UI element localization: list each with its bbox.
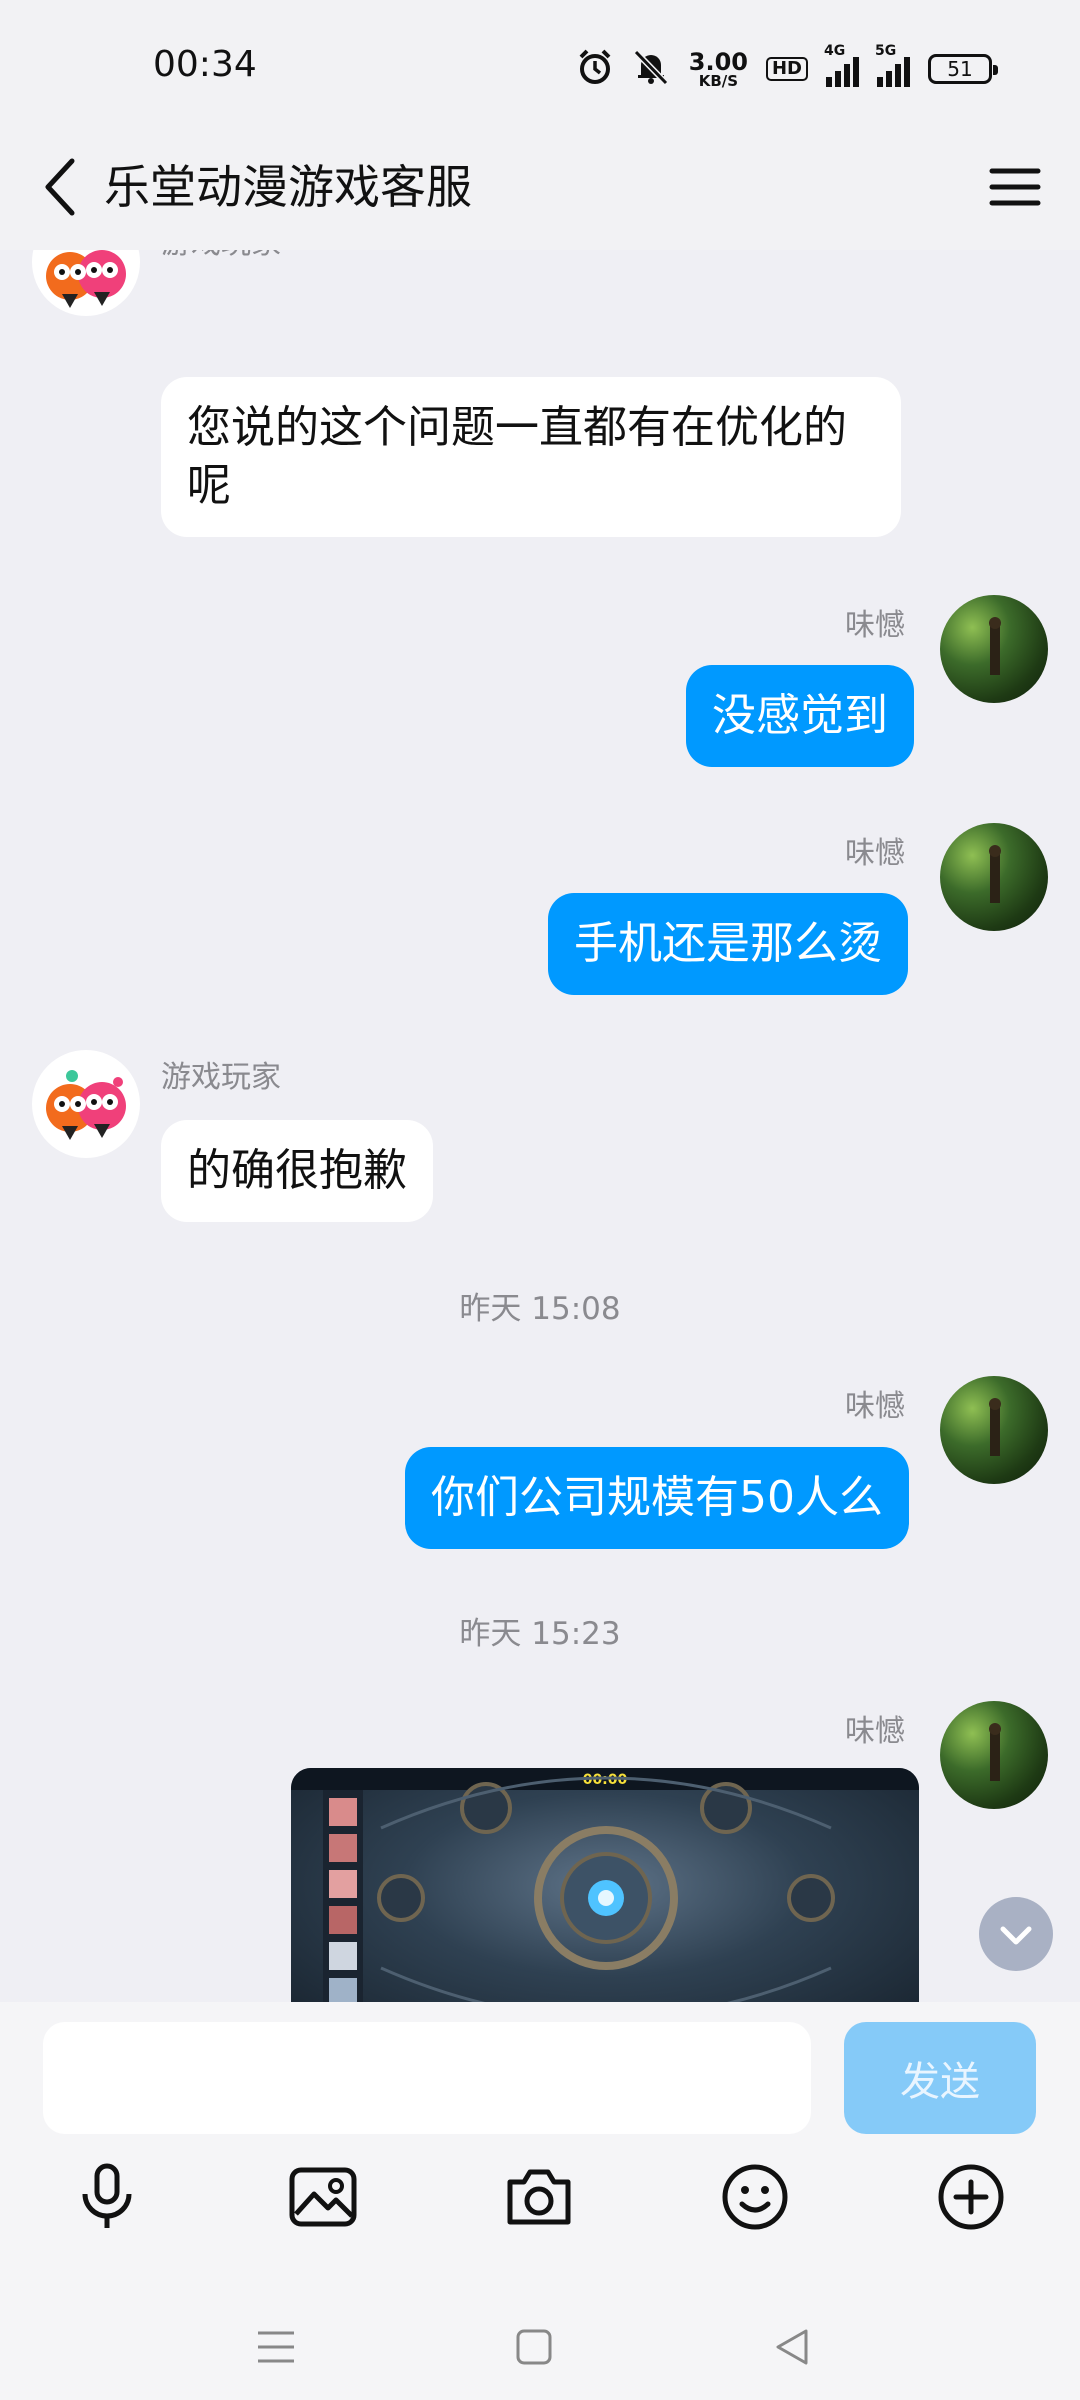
message-bubble-incoming[interactable]: 的确很抱歉 [161,1120,433,1222]
message-bubble-incoming[interactable]: 您说的这个问题一直都有在优化的呢 [161,377,901,537]
image-message[interactable]: 00:00 [291,1768,919,2002]
sender-name: 味憾 [845,1389,905,1424]
signal-5g-icon: 5G [875,43,910,87]
game-screenshot-image: 00:00 [291,1768,919,2002]
avatar-bot[interactable] [32,1050,140,1158]
message-timestamp: 昨天 15:08 [459,1291,621,1327]
status-icons: 3.00 KB/S HD 4G 5G 51 [577,43,998,94]
network-speed: 3.00 KB/S [689,50,748,89]
menu-button[interactable] [980,147,1050,227]
camera-button[interactable] [494,2152,584,2242]
voice-button[interactable] [62,2152,152,2242]
microphone-icon [82,2163,132,2228]
back-triangle-icon [776,2329,808,2365]
page-title: 乐堂动漫游戏客服 [104,160,472,214]
avatar-user[interactable] [940,1701,1048,1809]
net-speed-value: 3.00 [688,47,748,76]
alarm-icon [577,48,613,90]
status-time: 00:34 [153,44,257,85]
sender-name: 游戏玩家 [161,1060,281,1095]
emoji-button[interactable] [710,2152,800,2242]
signal-4g-icon: 4G [824,43,859,87]
chat-header: 乐堂动漫游戏客服 [0,135,1080,250]
status-bar: 00:34 3.00 KB/S HD 4G 5G 51 [0,0,1080,135]
hd-badge: HD [765,57,808,81]
camera-icon [507,2169,571,2225]
battery-level: 51 [947,57,973,81]
message-bubble-outgoing[interactable]: 你们公司规模有50人么 [405,1447,909,1549]
image-icon [289,2167,357,2227]
message-bubble-outgoing[interactable]: 没感觉到 [686,665,914,767]
nav-back-button[interactable] [757,2312,827,2382]
chevron-left-icon [45,158,75,216]
chat-message-list[interactable]: 游戏玩家 您说的这个问题一直都有在优化的呢 味憾 没感觉到 味憾 手机还是那么烫… [0,250,1080,2002]
message-timestamp: 昨天 15:23 [459,1616,621,1652]
sender-name: 味憾 [845,608,905,643]
net-speed-unit: KB/S [698,71,739,90]
home-button[interactable] [499,2312,569,2382]
recent-apps-button[interactable] [241,2312,311,2382]
sender-name: 游戏玩家 [161,250,281,262]
scroll-to-bottom-button[interactable] [979,1897,1053,1971]
signal-5g-label: 5G [875,43,897,59]
message-input[interactable] [43,2022,811,2134]
sender-name: 味憾 [845,1714,905,1749]
signal-4g-label: 4G [824,43,846,59]
photo-button[interactable] [278,2152,368,2242]
plus-icon [938,2164,1004,2230]
home-icon [516,2329,552,2365]
avatar-user[interactable] [940,823,1048,931]
back-button[interactable] [34,147,94,227]
chevron-down-icon [1000,1926,1032,1945]
input-area: 发送 [0,2002,1080,2400]
send-button[interactable]: 发送 [844,2022,1036,2134]
message-bubble-outgoing[interactable]: 手机还是那么烫 [548,893,908,995]
mute-bell-icon [631,47,671,91]
avatar-user[interactable] [940,1376,1048,1484]
image-timer-text: 00:00 [583,1772,628,1788]
battery-icon: 51 [928,54,998,84]
hamburger-menu-icon [989,168,1041,206]
more-button[interactable] [926,2152,1016,2242]
avatar-user[interactable] [940,595,1048,703]
sender-name: 味憾 [845,836,905,871]
recent-apps-icon [258,2331,294,2363]
emoji-icon [722,2164,788,2230]
avatar-bot[interactable] [32,250,140,316]
